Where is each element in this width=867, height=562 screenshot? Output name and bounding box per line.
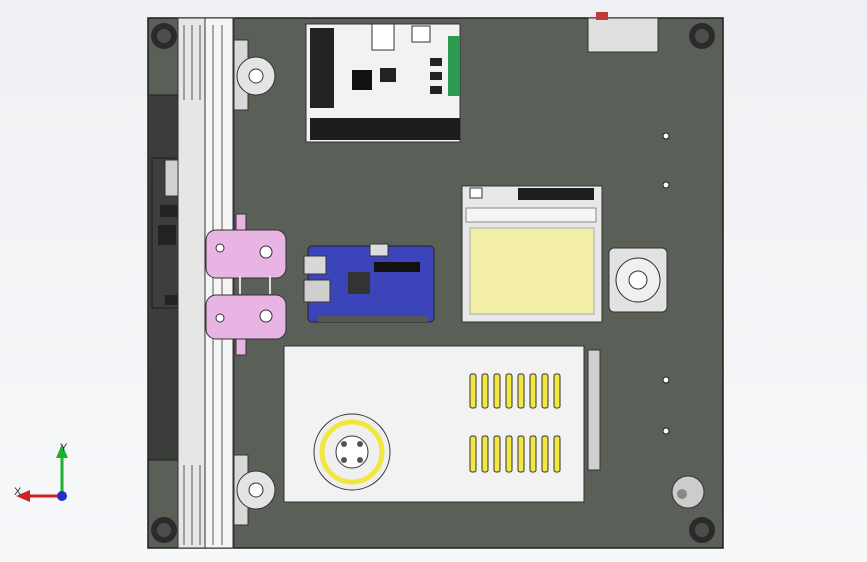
corner-foot-br xyxy=(689,517,715,543)
small-power-supply xyxy=(461,185,603,323)
raspberry-pi-board xyxy=(303,243,435,323)
cad-viewport[interactable] xyxy=(0,0,867,562)
y-axis-label: Y xyxy=(60,442,68,454)
corner-foot-tr xyxy=(689,23,715,49)
aluminum-rail xyxy=(177,17,235,549)
stepper-motor-icon xyxy=(608,247,668,313)
main-power-supply xyxy=(283,345,601,503)
fan-grille-icon xyxy=(313,413,391,491)
corner-foot-bl xyxy=(151,517,177,543)
knob xyxy=(671,475,705,509)
x-axis-label: X xyxy=(14,486,22,498)
corner-foot-tl xyxy=(151,23,177,49)
controller-board xyxy=(305,23,461,143)
axis-triad: Y X xyxy=(12,440,82,510)
power-switch xyxy=(587,12,659,53)
